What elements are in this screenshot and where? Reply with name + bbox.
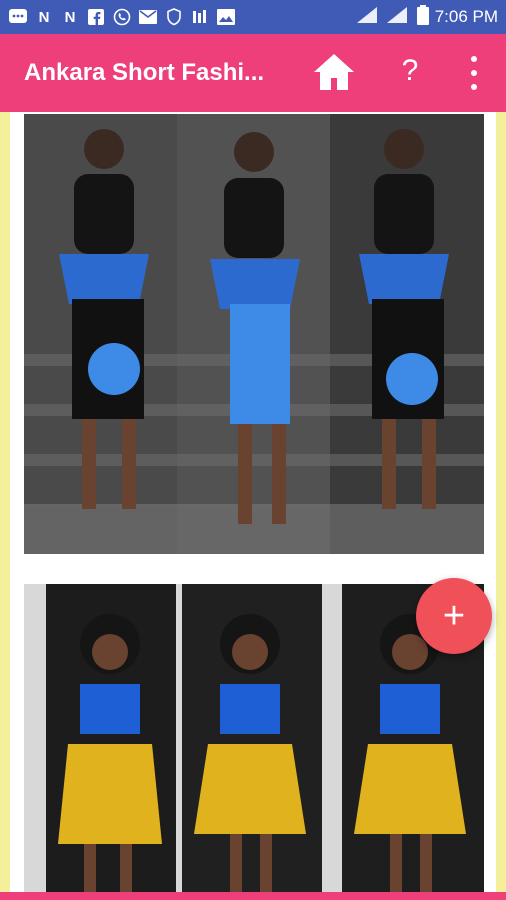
signal-icon-2: [386, 6, 411, 28]
shield-icon: [164, 8, 184, 26]
help-icon[interactable]: ?: [396, 51, 424, 91]
image-icon: [216, 8, 236, 26]
gallery-image-1[interactable]: [24, 114, 484, 554]
n-app-icon-2: N: [64, 8, 76, 26]
messages-icon: [8, 8, 28, 26]
app-icon: [190, 8, 210, 26]
facebook-icon: [86, 8, 106, 26]
n-app-icon: N: [38, 8, 50, 26]
app-bar: Ankara Short Fashi... ?: [0, 34, 506, 112]
notification-icons: N N: [8, 8, 236, 26]
image-gallery[interactable]: [10, 112, 496, 900]
status-indicators: 7:06 PM: [356, 4, 498, 30]
clock-time: 7:06 PM: [434, 7, 498, 26]
battery-icon: [416, 4, 429, 30]
more-vert-icon[interactable]: [464, 56, 484, 90]
mail-icon: [138, 8, 158, 26]
whatsapp-icon: [112, 8, 132, 26]
home-icon[interactable]: [312, 52, 356, 92]
status-bar: N N 7:06 PM: [0, 0, 506, 34]
add-fab-button[interactable]: +: [416, 578, 492, 654]
gallery-image-2[interactable]: [24, 584, 484, 900]
app-title: Ankara Short Fashi...: [24, 59, 265, 86]
signal-icon: [356, 6, 381, 28]
left-margin: [0, 112, 10, 900]
bottom-bar: [0, 892, 506, 900]
